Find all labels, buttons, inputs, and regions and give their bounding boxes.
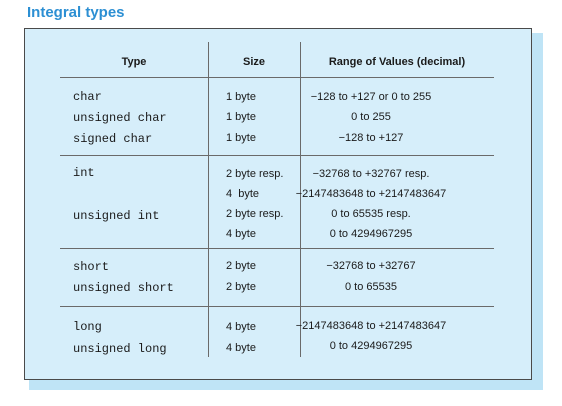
range-cell: 0 to 4294967295 [329,228,413,240]
range-cell: 0 to 65535 resp. [331,208,411,220]
range-cell: 0 to 4294967295 [329,340,413,352]
column-header-range: Range of Values (decimal) [328,56,466,68]
type-cell: unsigned short [73,281,174,295]
row-divider [60,306,494,307]
page-title: Integral types [27,4,125,21]
range-cell: −128 to +127 [338,132,404,144]
type-cell: unsigned char [73,111,167,125]
column-divider-type-size [208,42,209,357]
type-cell: long [73,320,102,334]
range-cell: −32768 to +32767 [326,260,416,272]
type-cell: char [73,90,102,104]
row-divider [60,248,494,249]
range-cell: −32768 to +32767 resp. [312,168,430,180]
type-cell: unsigned long [73,342,167,356]
column-header-type: Type [121,56,147,68]
column-header-size: Size [242,56,265,68]
range-cell: 0 to 255 [351,111,391,123]
range-cell: 0 to 65535 [345,281,397,293]
range-cell: −2147483648 to +2147483647 [295,188,447,200]
type-cell: unsigned int [73,209,160,223]
type-cell: int [73,166,95,180]
type-cell: signed char [73,132,153,146]
range-cell: −2147483648 to +2147483647 [295,320,447,332]
range-cell: −128 to +127 or 0 to 255 [310,91,432,103]
row-divider [60,155,494,156]
header-divider [60,77,494,78]
type-cell: short [73,260,110,274]
